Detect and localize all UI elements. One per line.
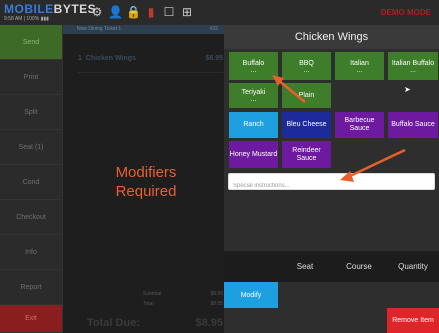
more-options-icon: ... <box>250 96 257 103</box>
modifier-label: Barbecue Sauce <box>344 117 375 132</box>
demo-mode-label: DEMO MODE <box>380 8 431 17</box>
menu-report[interactable]: Report <box>0 270 62 305</box>
modifier-plain[interactable]: Plain <box>281 82 332 109</box>
table-icon[interactable]: ▮ <box>144 5 158 19</box>
more-options-icon: ... <box>356 66 363 74</box>
menu-seat[interactable]: Seat (1) <box>0 130 62 165</box>
app-logo: MOBILEBYTES <box>4 2 96 16</box>
remove-item-button[interactable]: Remove Item <box>387 308 439 333</box>
menu-info[interactable]: Info <box>0 235 62 270</box>
modifier-label: Plain <box>298 91 315 99</box>
modifier-label: Honey Mustard <box>229 150 278 158</box>
status-text: 9:58 AM | 100% ▮▮▮ <box>4 16 49 22</box>
logo-part1: MOBILE <box>4 2 54 16</box>
menu-exit[interactable]: Exit <box>0 305 62 333</box>
settings-icon[interactable]: ⚙ <box>90 5 104 19</box>
chat-icon[interactable]: ☐ <box>162 5 176 19</box>
order-item-qty: 1 <box>78 55 82 62</box>
modifier-bbq[interactable]: BBQ... <box>281 51 332 81</box>
menu-checkout[interactable]: Checkout <box>0 200 62 235</box>
cursor-icon: ➤ <box>404 85 411 94</box>
total-value: $8.95 <box>210 301 223 307</box>
special-instructions-box <box>228 173 435 194</box>
more-options-icon: ... <box>250 66 257 74</box>
ticket-tab[interactable]: New Dining Ticket 1 #32 <box>63 25 224 34</box>
modifier-label: Buffalo Sauce <box>391 121 435 128</box>
order-panel: New Dining Ticket 1 #32 1 Chicken Wings … <box>62 25 224 333</box>
subtotal-row: Subtotal $8.95 <box>143 291 223 297</box>
total-due-value: $8.95 <box>195 317 223 329</box>
top-bar: MOBILEBYTES 9:58 AM | 100% ▮▮▮ ⚙ 👤 🔒 ▮ ☐… <box>0 0 439 25</box>
order-item-price: $8.95 <box>205 55 223 62</box>
seat-button[interactable]: Seat <box>278 251 332 282</box>
menu-split[interactable]: Split <box>0 95 62 130</box>
modifiers-required-label: Modifiers Required <box>115 164 177 200</box>
subtotal-label: Subtotal <box>143 291 162 297</box>
special-instructions-input[interactable] <box>229 178 434 194</box>
modifier-italian-buffalo[interactable]: Italian Buffalo... <box>387 51 439 81</box>
total-row: Total $8.95 <box>143 301 223 307</box>
modifier-honey-mustard[interactable]: Honey Mustard <box>228 140 279 169</box>
course-button[interactable]: Course <box>332 251 386 282</box>
total-due-row: Total Due: $8.95 <box>87 317 223 329</box>
left-menu: Send Print Split Seat (1) Cond Checkout … <box>0 25 62 333</box>
bottom-bar: Seat Course Quantity <box>224 251 439 282</box>
menu-print[interactable]: Print <box>0 60 62 95</box>
divider <box>78 72 223 73</box>
modifier-label: Ranch <box>243 121 264 128</box>
order-item-row[interactable]: 1 Chicken Wings $8.95 <box>78 55 223 62</box>
modifier-buffalo[interactable]: Buffalo... <box>228 51 279 81</box>
menu-send[interactable]: Send <box>0 25 62 60</box>
total-label: Total <box>143 301 154 307</box>
modifier-reindeer-sauce[interactable]: Reindeer Sauce <box>281 140 332 169</box>
more-options-icon: ... <box>410 66 416 74</box>
modifier-ranch[interactable]: Ranch <box>228 111 279 139</box>
modifier-buffalo-sauce[interactable]: Buffalo Sauce <box>387 111 439 139</box>
modifier-italian[interactable]: Italian... <box>334 51 385 81</box>
menu-cond[interactable]: Cond <box>0 165 62 200</box>
quantity-button[interactable]: Quantity <box>386 251 439 282</box>
modify-button[interactable]: Modify <box>224 282 278 308</box>
modifier-label: Reindeer Sauce <box>292 146 321 162</box>
ticket-tab-count: #32 <box>209 26 218 32</box>
order-item-name: Chicken Wings <box>85 55 136 62</box>
modifier-title: Chicken Wings <box>224 25 439 49</box>
more-options-icon: ... <box>303 66 310 74</box>
ticket-tab-label: New Dining Ticket 1 <box>77 26 122 32</box>
total-due-label: Total Due: <box>87 317 140 329</box>
subtotal-value: $8.95 <box>210 291 223 297</box>
modifier-barbecue-sauce[interactable]: Barbecue Sauce <box>334 111 385 139</box>
modifier-teriyaki[interactable]: Teriyaki... <box>228 82 279 109</box>
lock-icon[interactable]: 🔒 <box>126 5 141 19</box>
receipt-icon[interactable]: ⊞ <box>180 5 194 19</box>
user-icon[interactable]: 👤 <box>108 5 123 19</box>
modifier-bleu-cheese[interactable]: Bleu Cheese <box>281 111 332 139</box>
modifier-label: Bleu Cheese <box>286 121 327 128</box>
